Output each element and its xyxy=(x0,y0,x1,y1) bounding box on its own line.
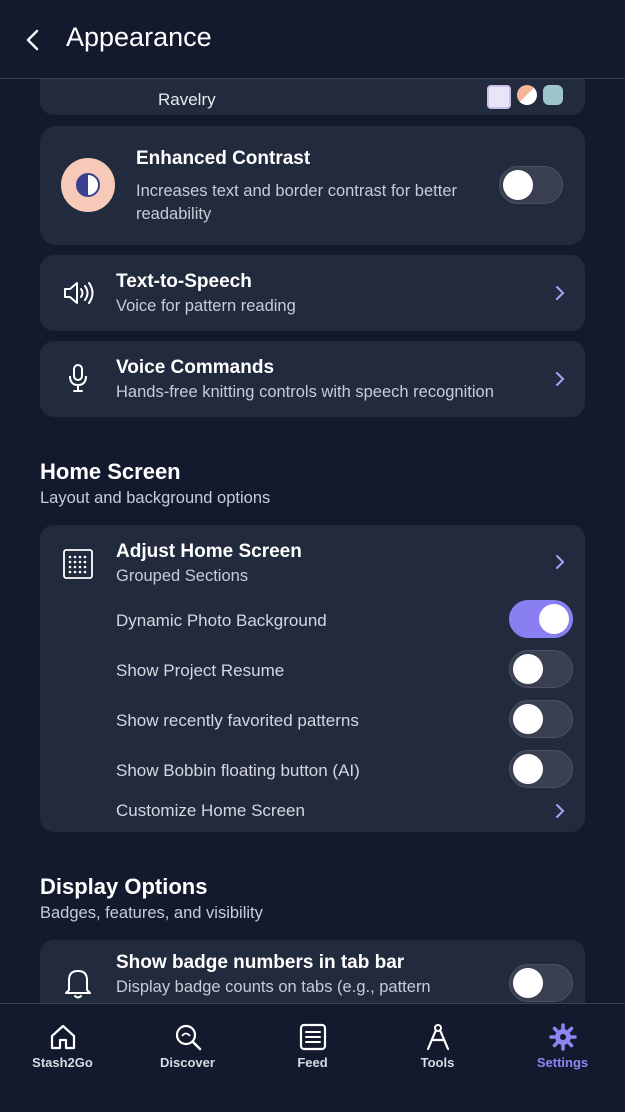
toggle-knob xyxy=(513,704,543,734)
tab-settings[interactable]: Settings xyxy=(500,1004,625,1104)
show-favorited-patterns-label: Show recently favorited patterns xyxy=(116,711,359,730)
settings-scroll-area[interactable]: Ravelry Enhanced Contrast Increases text… xyxy=(0,79,625,1003)
sweater-icon xyxy=(543,85,563,105)
enhanced-contrast-description-line2: readability xyxy=(136,205,212,223)
toggle-knob xyxy=(513,754,543,784)
tab-discover[interactable]: Discover xyxy=(125,1004,250,1104)
chevron-right-icon xyxy=(556,286,565,300)
enhanced-contrast-description-line1: Increases text and border contrast for b… xyxy=(136,182,458,200)
adjust-home-screen-row[interactable]: Adjust Home Screen Grouped Sections xyxy=(40,525,585,593)
chevron-right-icon xyxy=(556,804,565,818)
show-project-resume-label: Show Project Resume xyxy=(116,661,285,680)
enhanced-contrast-card: Enhanced Contrast Increases text and bor… xyxy=(40,126,585,245)
pattern-grid-icon xyxy=(487,85,511,109)
tab-label: Settings xyxy=(536,1055,589,1070)
home-screen-section-title: Home Screen xyxy=(40,459,181,484)
home-screen-section-subtitle: Layout and background options xyxy=(40,489,271,507)
display-options-section-title: Display Options xyxy=(40,874,208,899)
customize-home-screen-label: Customize Home Screen xyxy=(116,801,305,820)
chevron-right-icon xyxy=(556,372,565,386)
badge-numbers-toggle[interactable] xyxy=(509,964,573,1002)
badge-numbers-card: Show badge numbers in tab bar Display ba… xyxy=(40,940,585,1003)
back-button[interactable] xyxy=(18,24,48,56)
tab-feed[interactable]: Feed xyxy=(250,1004,375,1104)
voice-commands-row[interactable]: Voice Commands Hands-free knitting contr… xyxy=(40,341,585,417)
ravelry-label: Ravelry xyxy=(158,90,216,109)
voice-commands-title: Voice Commands xyxy=(116,357,275,378)
chevron-right-icon xyxy=(556,555,565,569)
top-bar: Appearance xyxy=(0,0,625,79)
badge-numbers-title: Show badge numbers in tab bar xyxy=(116,952,405,973)
yarn-ball-icon xyxy=(517,85,537,105)
badge-numbers-subtitle: Display badge counts on tabs (e.g., patt… xyxy=(116,978,431,996)
home-icon xyxy=(50,1024,75,1050)
feed-icon xyxy=(299,1023,326,1051)
tools-icon xyxy=(426,1024,449,1051)
ravelry-card[interactable]: Ravelry xyxy=(40,79,585,115)
text-to-speech-title: Text-to-Speech xyxy=(116,271,252,292)
gear-icon xyxy=(548,1023,577,1051)
tab-tools[interactable]: Tools xyxy=(375,1004,500,1104)
voice-commands-subtitle: Hands-free knitting controls with speech… xyxy=(116,383,494,401)
contrast-icon xyxy=(61,158,115,212)
bell-icon xyxy=(65,970,91,999)
customize-home-screen-row[interactable]: Customize Home Screen xyxy=(40,791,585,831)
microphone-icon xyxy=(69,364,87,392)
enhanced-contrast-title: Enhanced Contrast xyxy=(136,148,311,169)
show-project-resume-toggle[interactable] xyxy=(509,650,573,688)
show-bobbin-button-toggle[interactable] xyxy=(509,750,573,788)
dynamic-photo-background-toggle[interactable] xyxy=(509,600,573,638)
adjust-home-screen-title: Adjust Home Screen xyxy=(116,541,302,562)
toggle-knob xyxy=(503,170,533,200)
enhanced-contrast-toggle[interactable] xyxy=(499,166,563,204)
tab-label: Stash2Go xyxy=(32,1055,93,1070)
chevron-left-icon xyxy=(26,29,39,51)
speaker-icon xyxy=(64,282,94,304)
toggle-knob xyxy=(513,968,543,998)
text-to-speech-row[interactable]: Text-to-Speech Voice for pattern reading xyxy=(40,255,585,331)
tab-label: Tools xyxy=(420,1055,455,1070)
tab-bar: Stash2Go Discover Feed Tools Settings xyxy=(0,1003,625,1112)
adjust-home-screen-subtitle: Grouped Sections xyxy=(116,567,249,585)
tab-label: Discover xyxy=(160,1055,215,1070)
home-screen-card: Adjust Home Screen Grouped Sections Dyna… xyxy=(40,525,585,832)
search-icon xyxy=(175,1024,201,1051)
text-to-speech-subtitle: Voice for pattern reading xyxy=(116,297,296,315)
dynamic-photo-background-label: Dynamic Photo Background xyxy=(116,611,327,630)
show-bobbin-button-label: Show Bobbin floating button (AI) xyxy=(116,761,360,780)
tab-stash2go[interactable]: Stash2Go xyxy=(0,1004,125,1104)
page-title: Appearance xyxy=(66,22,212,52)
show-favorited-patterns-toggle[interactable] xyxy=(509,700,573,738)
toggle-knob xyxy=(513,654,543,684)
ravelry-preview-icons xyxy=(487,85,563,109)
tab-label: Feed xyxy=(297,1055,328,1070)
toggle-knob xyxy=(539,604,569,634)
display-options-section-subtitle: Badges, features, and visibility xyxy=(40,904,263,922)
